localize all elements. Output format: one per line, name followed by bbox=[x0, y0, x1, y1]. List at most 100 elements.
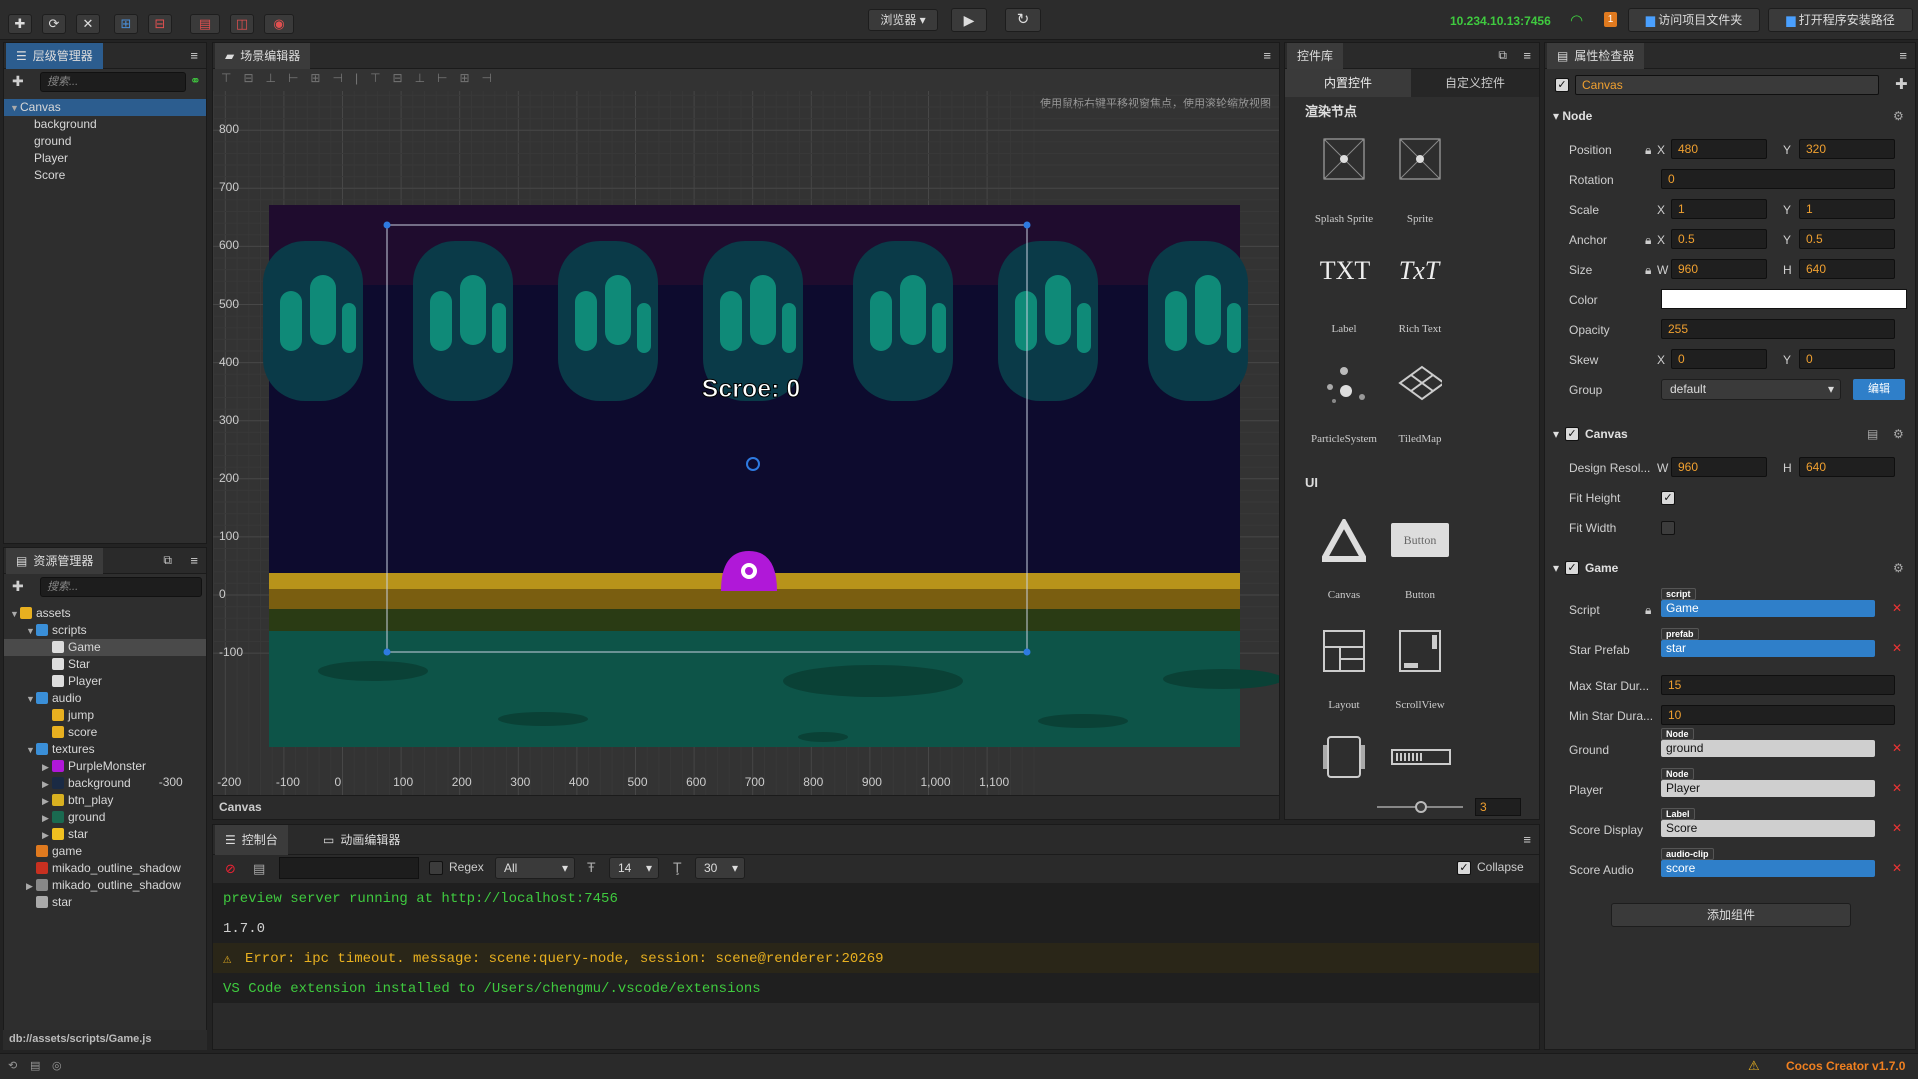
game-enabled-checkbox[interactable]: ✓ bbox=[1565, 561, 1579, 575]
menu-icon[interactable]: ≡ bbox=[1263, 48, 1271, 63]
open-project-folder-button[interactable]: ▆ 访问项目文件夹 bbox=[1628, 8, 1760, 32]
group-edit-button[interactable]: 编辑 bbox=[1853, 379, 1905, 400]
collapse-icon[interactable]: ⧉ bbox=[163, 553, 172, 568]
expand-arrow-icon[interactable]: ▼ bbox=[10, 606, 20, 623]
expand-arrow-icon[interactable]: ▼ bbox=[26, 623, 36, 640]
play-button[interactable]: ▶ bbox=[951, 8, 987, 32]
line-height-select[interactable]: 30 ▾ bbox=[695, 857, 745, 879]
fit-width-checkbox[interactable] bbox=[1661, 521, 1675, 535]
clear-ref-icon[interactable]: ✕ bbox=[1887, 860, 1907, 877]
ground-ref-field[interactable]: Node ground ✕ bbox=[1661, 728, 1907, 758]
local-tool-icon[interactable]: ◉ bbox=[264, 14, 294, 34]
tab-scene[interactable]: ▰ 场景编辑器 bbox=[215, 43, 311, 69]
asset-item[interactable]: ▶ ground bbox=[4, 809, 206, 826]
design-h-field[interactable]: 640 bbox=[1799, 457, 1895, 477]
resize-handle[interactable] bbox=[1023, 648, 1031, 656]
zoom-slider-thumb[interactable] bbox=[1415, 801, 1427, 813]
pageview-icon[interactable] bbox=[1322, 735, 1366, 779]
open-log-icon[interactable]: ▤ bbox=[253, 861, 265, 877]
browser-dropdown[interactable]: 浏览器 ▾ bbox=[868, 9, 938, 31]
canvas-icon[interactable] bbox=[1322, 519, 1366, 563]
db-icon[interactable]: ▤ bbox=[30, 1059, 40, 1072]
score-label[interactable]: Scroe: 0 bbox=[701, 375, 801, 404]
align-center-icon[interactable]: ⊞ bbox=[310, 71, 320, 91]
menu-icon[interactable]: ≡ bbox=[1523, 832, 1531, 847]
resize-handle[interactable] bbox=[383, 221, 391, 229]
refresh-icon[interactable]: ⟲ bbox=[8, 1059, 17, 1072]
particle-system-icon[interactable] bbox=[1322, 363, 1366, 407]
distribute-bottom-icon[interactable]: ⊥ bbox=[415, 71, 425, 91]
add-component-button[interactable]: 添加组件 bbox=[1611, 903, 1851, 927]
zoom-value-field[interactable]: 3 bbox=[1475, 798, 1521, 816]
asset-item[interactable]: ▶ PurpleMonster bbox=[4, 758, 206, 775]
rect-tool-icon[interactable]: ▤ bbox=[190, 14, 220, 34]
lock-icon[interactable]: 🔒︎ bbox=[1645, 233, 1651, 248]
asset-item[interactable]: ▶ mikado_outline_shadow bbox=[4, 877, 206, 894]
tab-animation-editor[interactable]: ▭ 动画编辑器 bbox=[313, 825, 410, 855]
rotate-tool-icon[interactable]: ⊟ bbox=[148, 14, 172, 34]
clear-ref-icon[interactable]: ✕ bbox=[1887, 740, 1907, 757]
asset-item[interactable]: score bbox=[4, 724, 206, 741]
gear-icon[interactable]: ⚙ bbox=[1893, 427, 1904, 441]
expand-arrow-icon[interactable]: ▶ bbox=[26, 878, 36, 895]
player-ref-field[interactable]: Node Player ✕ bbox=[1661, 768, 1907, 798]
color-picker[interactable] bbox=[1661, 289, 1907, 309]
asset-item[interactable]: Player bbox=[4, 673, 206, 690]
move-tool-icon[interactable]: ⊞ bbox=[114, 14, 138, 34]
scale-x-field[interactable]: 1 bbox=[1671, 199, 1767, 219]
chevron-down-icon[interactable]: ▾ bbox=[1553, 561, 1559, 575]
lock-icon[interactable]: 🔒︎ bbox=[1645, 143, 1651, 158]
scrollview-icon[interactable] bbox=[1398, 629, 1442, 673]
rich-text-icon[interactable]: TxT bbox=[1389, 249, 1449, 293]
distribute-middle-icon[interactable]: ⊟ bbox=[393, 71, 403, 91]
expand-arrow-icon[interactable]: ▶ bbox=[42, 776, 52, 793]
visibility-icon[interactable]: ◎ bbox=[52, 1059, 62, 1072]
node-name-input[interactable]: Canvas bbox=[1575, 75, 1879, 95]
tree-node[interactable]: Player bbox=[4, 150, 206, 167]
scene-viewport[interactable]: Scroe: 0 bbox=[213, 91, 1279, 811]
lock-icon[interactable]: 🔒︎ bbox=[1645, 263, 1651, 278]
add-node-icon[interactable]: ✚ bbox=[12, 73, 24, 90]
collapse-checkbox[interactable]: ✓ bbox=[1457, 861, 1471, 875]
tree-node[interactable]: Score bbox=[4, 167, 206, 184]
size-w-field[interactable]: 960 bbox=[1671, 259, 1767, 279]
add-asset-icon[interactable]: ✚ bbox=[12, 578, 24, 595]
asset-item[interactable]: ▼ textures bbox=[4, 741, 206, 758]
console-filter-input[interactable] bbox=[279, 857, 419, 879]
score-audio-ref-field[interactable]: audio-clip score ✕ bbox=[1661, 848, 1907, 878]
tab-builtin-controls[interactable]: 内置控件 bbox=[1285, 69, 1411, 97]
rotation-field[interactable]: 0 bbox=[1661, 169, 1895, 189]
anchor-x-field[interactable]: 0.5 bbox=[1671, 229, 1767, 249]
resize-handle[interactable] bbox=[1023, 221, 1031, 229]
menu-icon[interactable]: ≡ bbox=[190, 48, 198, 63]
align-bottom-icon[interactable]: ⊥ bbox=[266, 71, 276, 91]
copy-icon[interactable]: ▤ bbox=[1867, 427, 1878, 441]
group-select[interactable]: default ▾ bbox=[1661, 379, 1841, 400]
asset-item[interactable]: mikado_outline_shadow bbox=[4, 860, 206, 877]
open-install-path-button[interactable]: ▆ 打开程序安装路径 bbox=[1768, 8, 1913, 32]
expand-arrow-icon[interactable]: ▶ bbox=[42, 810, 52, 827]
menu-icon[interactable]: ≡ bbox=[190, 553, 198, 568]
asset-item[interactable]: ▼ audio bbox=[4, 690, 206, 707]
clear-ref-icon[interactable]: ✕ bbox=[1887, 640, 1907, 657]
assets-search-input[interactable]: 搜索... bbox=[40, 577, 202, 597]
anchor-tool-icon[interactable]: ◫ bbox=[230, 14, 254, 34]
position-x-field[interactable]: 480 bbox=[1671, 139, 1767, 159]
position-y-field[interactable]: 320 bbox=[1799, 139, 1895, 159]
link-icon[interactable]: ⚭ bbox=[190, 73, 201, 89]
align-left-icon[interactable]: ⊢ bbox=[288, 71, 298, 91]
tab-assets[interactable]: ▤ 资源管理器 bbox=[6, 548, 104, 574]
regex-checkbox[interactable] bbox=[429, 861, 443, 875]
tab-custom-controls[interactable]: 自定义控件 bbox=[1411, 69, 1539, 97]
font-size-select[interactable]: 14 ▾ bbox=[609, 857, 659, 879]
expand-arrow-icon[interactable]: ▼ bbox=[26, 742, 36, 759]
hierarchy-search-input[interactable]: 搜索... bbox=[40, 72, 186, 92]
distribute-left-icon[interactable]: ⊢ bbox=[437, 71, 447, 91]
align-top-icon[interactable]: ⊤ bbox=[221, 71, 231, 91]
tab-hierarchy[interactable]: ☰ 层级管理器 bbox=[6, 43, 103, 69]
scale-y-field[interactable]: 1 bbox=[1799, 199, 1895, 219]
asset-item[interactable]: star bbox=[4, 894, 206, 911]
star-prefab-ref-field[interactable]: prefab star ✕ bbox=[1661, 628, 1907, 658]
asset-item[interactable]: ▶ btn_play bbox=[4, 792, 206, 809]
expand-arrow-icon[interactable]: ▶ bbox=[42, 793, 52, 810]
